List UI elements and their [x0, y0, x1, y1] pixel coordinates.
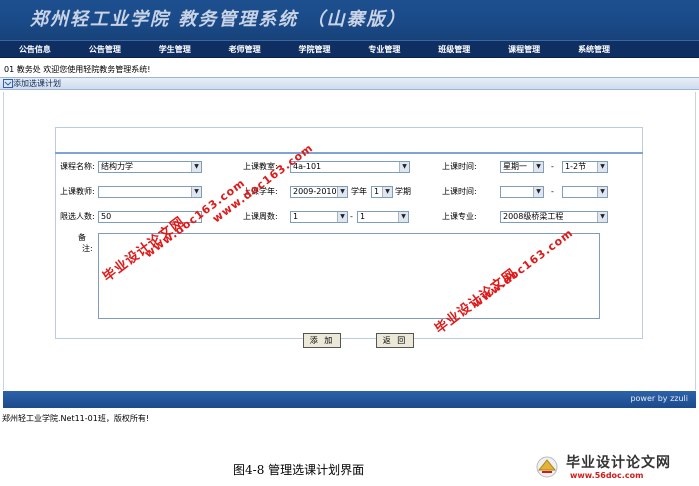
- logo-name: 毕业设计论文网: [566, 455, 671, 471]
- weeks-from-select[interactable]: 1 ▼: [290, 211, 348, 223]
- panel-title: 添加选课计划: [13, 79, 61, 88]
- dash-2: -: [551, 187, 554, 196]
- welcome-text: 01 教务处 欢迎您使用轻院教务管理系统!: [4, 65, 151, 74]
- power-by-text: power by zzuli: [630, 394, 688, 403]
- time1-label: 上课时间:: [442, 162, 477, 171]
- chevron-down-icon: ▼: [533, 187, 543, 197]
- form-divider: [55, 152, 643, 154]
- chevron-down-icon: ▼: [382, 187, 392, 197]
- term-value: 1: [374, 187, 380, 196]
- copyright-text: 郑州轻工业学院.Net11-01班，版权所有!: [2, 414, 150, 423]
- course-name-label: 课程名称:: [60, 162, 95, 171]
- weeks-to-value: 1: [360, 212, 366, 221]
- logo-mark-icon: [534, 454, 558, 478]
- site-logo: 毕业设计论文网 www.56doc.com: [530, 450, 696, 484]
- chevron-down-icon: ▼: [398, 212, 408, 222]
- panel-header: 添加选课计划: [0, 77, 699, 90]
- teacher-label: 上课教师:: [60, 187, 95, 196]
- remark-textarea[interactable]: [98, 233, 600, 319]
- nav-item-majors[interactable]: 专业管理: [349, 41, 419, 57]
- time2-day-select[interactable]: ▼: [500, 186, 544, 198]
- nav-item-announcement-admin[interactable]: 公告管理: [70, 41, 140, 57]
- major-select[interactable]: 2008级桥梁工程 ▼: [500, 211, 608, 223]
- nav-item-teachers[interactable]: 老师管理: [210, 41, 280, 57]
- weeks-label: 上课周数:: [243, 212, 278, 221]
- chevron-down-icon: ▼: [597, 212, 607, 222]
- nav-item-colleges[interactable]: 学院管理: [280, 41, 350, 57]
- app-title: 郑州轻工业学院 教务管理系统 （山寨版）: [30, 9, 407, 30]
- time1-day-value: 星期一: [503, 162, 527, 171]
- chevron-down-icon: ▼: [337, 187, 347, 197]
- back-button[interactable]: 返 回: [376, 333, 414, 348]
- chevron-down-icon: ▼: [191, 187, 201, 197]
- chevron-down-icon: ▼: [597, 187, 607, 197]
- dash-1: -: [551, 162, 554, 171]
- chevron-down-icon: ▼: [399, 162, 409, 172]
- teacher-select[interactable]: ▼: [98, 186, 202, 198]
- course-name-select[interactable]: 结构力学 ▼: [98, 161, 202, 173]
- nav-item-students[interactable]: 学生管理: [140, 41, 210, 57]
- course-name-value: 结构力学: [101, 162, 133, 171]
- add-button[interactable]: 添 加: [303, 333, 341, 348]
- year-value: 2009-2010: [293, 187, 337, 196]
- term-suffix: 学期: [395, 187, 411, 196]
- footer-bar: power by zzuli: [3, 391, 696, 408]
- major-label: 上课专业:: [442, 212, 477, 221]
- chevron-down-icon: ▼: [337, 212, 347, 222]
- app-banner: 郑州轻工业学院 教务管理系统 （山寨版）: [0, 0, 699, 40]
- time2-label: 上课时间:: [442, 187, 477, 196]
- classroom-select[interactable]: 4a-101 ▼: [290, 161, 410, 173]
- logo-url: www.56doc.com: [570, 471, 644, 480]
- chevron-down-icon: ▼: [533, 162, 543, 172]
- dash-3: -: [350, 212, 353, 221]
- major-value: 2008级桥梁工程: [503, 212, 564, 221]
- limit-label: 限选人数:: [60, 212, 95, 221]
- weeks-to-select[interactable]: 1 ▼: [357, 211, 409, 223]
- weeks-from-value: 1: [293, 212, 299, 221]
- time1-period-value: 1-2节: [565, 162, 587, 171]
- panel-icon: [3, 79, 13, 88]
- time2-period-select[interactable]: ▼: [562, 186, 608, 198]
- nav-item-classes[interactable]: 班级管理: [419, 41, 489, 57]
- main-nav: 公告信息 公告管理 学生管理 老师管理 学院管理 专业管理 班级管理 课程管理 …: [0, 40, 699, 58]
- nav-item-system[interactable]: 系统管理: [559, 41, 629, 57]
- year-select[interactable]: 2009-2010 ▼: [290, 186, 348, 198]
- nav-item-announcements[interactable]: 公告信息: [0, 41, 70, 57]
- term-select[interactable]: 1 ▼: [371, 186, 393, 198]
- nav-item-courses[interactable]: 课程管理: [489, 41, 559, 57]
- time1-period-select[interactable]: 1-2节 ▼: [562, 161, 608, 173]
- figure-caption: 图4-8 管理选课计划界面: [233, 463, 365, 477]
- time1-day-select[interactable]: 星期一 ▼: [500, 161, 544, 173]
- chevron-down-icon: ▼: [597, 162, 607, 172]
- chevron-down-icon: ▼: [191, 162, 201, 172]
- remark-label-2: 注:: [82, 244, 93, 253]
- term-label: 学年: [351, 187, 367, 196]
